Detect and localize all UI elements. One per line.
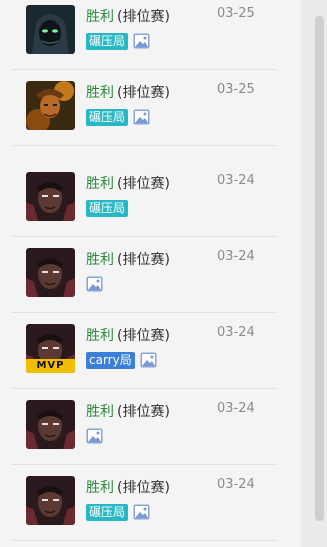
- match-result: 胜利 (排位赛): [86, 401, 170, 421]
- hero-avatar: [26, 476, 75, 525]
- hero-avatar: [26, 172, 75, 221]
- hero-avatar: [26, 5, 75, 54]
- match-result: 胜利 (排位赛): [86, 82, 170, 102]
- hero-portrait-fire-icon: [26, 81, 75, 130]
- result-text: 胜利: [86, 85, 114, 101]
- game-mode: (排位赛): [117, 252, 170, 268]
- match-date: 03-24: [217, 401, 255, 416]
- match-tag: carry局: [86, 351, 135, 369]
- match-row[interactable]: MVP 胜利 (排位赛) 03-24 carry局: [12, 312, 277, 389]
- match-date: 03-24: [217, 325, 255, 340]
- badges: carry局: [86, 351, 157, 369]
- image-icon[interactable]: [86, 276, 103, 292]
- result-text: 胜利: [86, 176, 114, 192]
- match-result: 胜利 (排位赛): [86, 173, 170, 193]
- badges: 碾压局: [86, 108, 150, 126]
- match-result: 胜利 (排位赛): [86, 477, 170, 497]
- match-row[interactable]: 胜利 (排位赛) 03-24: [12, 236, 277, 313]
- badges: [86, 427, 103, 445]
- result-text: 胜利: [86, 328, 114, 344]
- match-row[interactable]: 胜利 (排位赛) 03-24 碾压局: [12, 464, 277, 541]
- match-tag: 碾压局: [86, 108, 129, 126]
- hero-portrait-hooded-icon: [26, 5, 75, 54]
- match-row[interactable]: 胜利 (排位赛) 03-24 碾压局: [12, 160, 277, 237]
- image-icon[interactable]: [133, 504, 150, 520]
- image-icon[interactable]: [133, 33, 150, 49]
- badges: 碾压局: [86, 32, 150, 50]
- result-text: 胜利: [86, 252, 114, 268]
- hero-avatar: [26, 400, 75, 449]
- hero-portrait-dark-icon: [26, 400, 75, 449]
- match-tag: 碾压局: [86, 503, 129, 521]
- match-date: 03-25: [217, 6, 255, 21]
- hero-portrait-dark-icon: [26, 172, 75, 221]
- result-text: 胜利: [86, 9, 114, 25]
- match-row[interactable]: 胜利 (排位赛) 03-25 碾压局: [12, 0, 277, 70]
- match-date: 03-24: [217, 477, 255, 492]
- match-date: 03-24: [217, 173, 255, 188]
- game-mode: (排位赛): [117, 85, 170, 101]
- game-mode: (排位赛): [117, 404, 170, 420]
- result-text: 胜利: [86, 404, 114, 420]
- game-mode: (排位赛): [117, 480, 170, 496]
- image-icon[interactable]: [86, 428, 103, 444]
- vertical-scrollbar[interactable]: [301, 0, 327, 547]
- match-row[interactable]: 胜利 (排位赛) 03-25 碾压局: [12, 69, 277, 146]
- game-mode: (排位赛): [117, 328, 170, 344]
- match-row[interactable]: 胜利 (排位赛) 03-24: [12, 388, 277, 465]
- badges: 碾压局: [86, 199, 133, 217]
- mvp-badge: MVP: [26, 359, 75, 373]
- badges: 碾压局: [86, 503, 150, 521]
- match-date: 03-24: [217, 249, 255, 264]
- match-result: 胜利 (排位赛): [86, 6, 170, 26]
- game-mode: (排位赛): [117, 176, 170, 192]
- image-icon[interactable]: [140, 352, 157, 368]
- hero-portrait-dark-icon: [26, 476, 75, 525]
- hero-avatar: [26, 248, 75, 297]
- match-history-list: 胜利 (排位赛) 03-25 碾压局 胜利 (排位赛) 03-25 碾压局 胜利…: [0, 0, 301, 547]
- match-result: 胜利 (排位赛): [86, 249, 170, 269]
- image-icon[interactable]: [133, 109, 150, 125]
- match-date: 03-25: [217, 82, 255, 97]
- hero-avatar: [26, 81, 75, 130]
- result-text: 胜利: [86, 480, 114, 496]
- match-tag: 碾压局: [86, 32, 129, 50]
- game-mode: (排位赛): [117, 9, 170, 25]
- match-tag: 碾压局: [86, 199, 129, 217]
- scrollbar-thumb[interactable]: [315, 16, 324, 521]
- hero-portrait-dark-icon: [26, 248, 75, 297]
- badges: [86, 275, 103, 293]
- match-result: 胜利 (排位赛): [86, 325, 170, 345]
